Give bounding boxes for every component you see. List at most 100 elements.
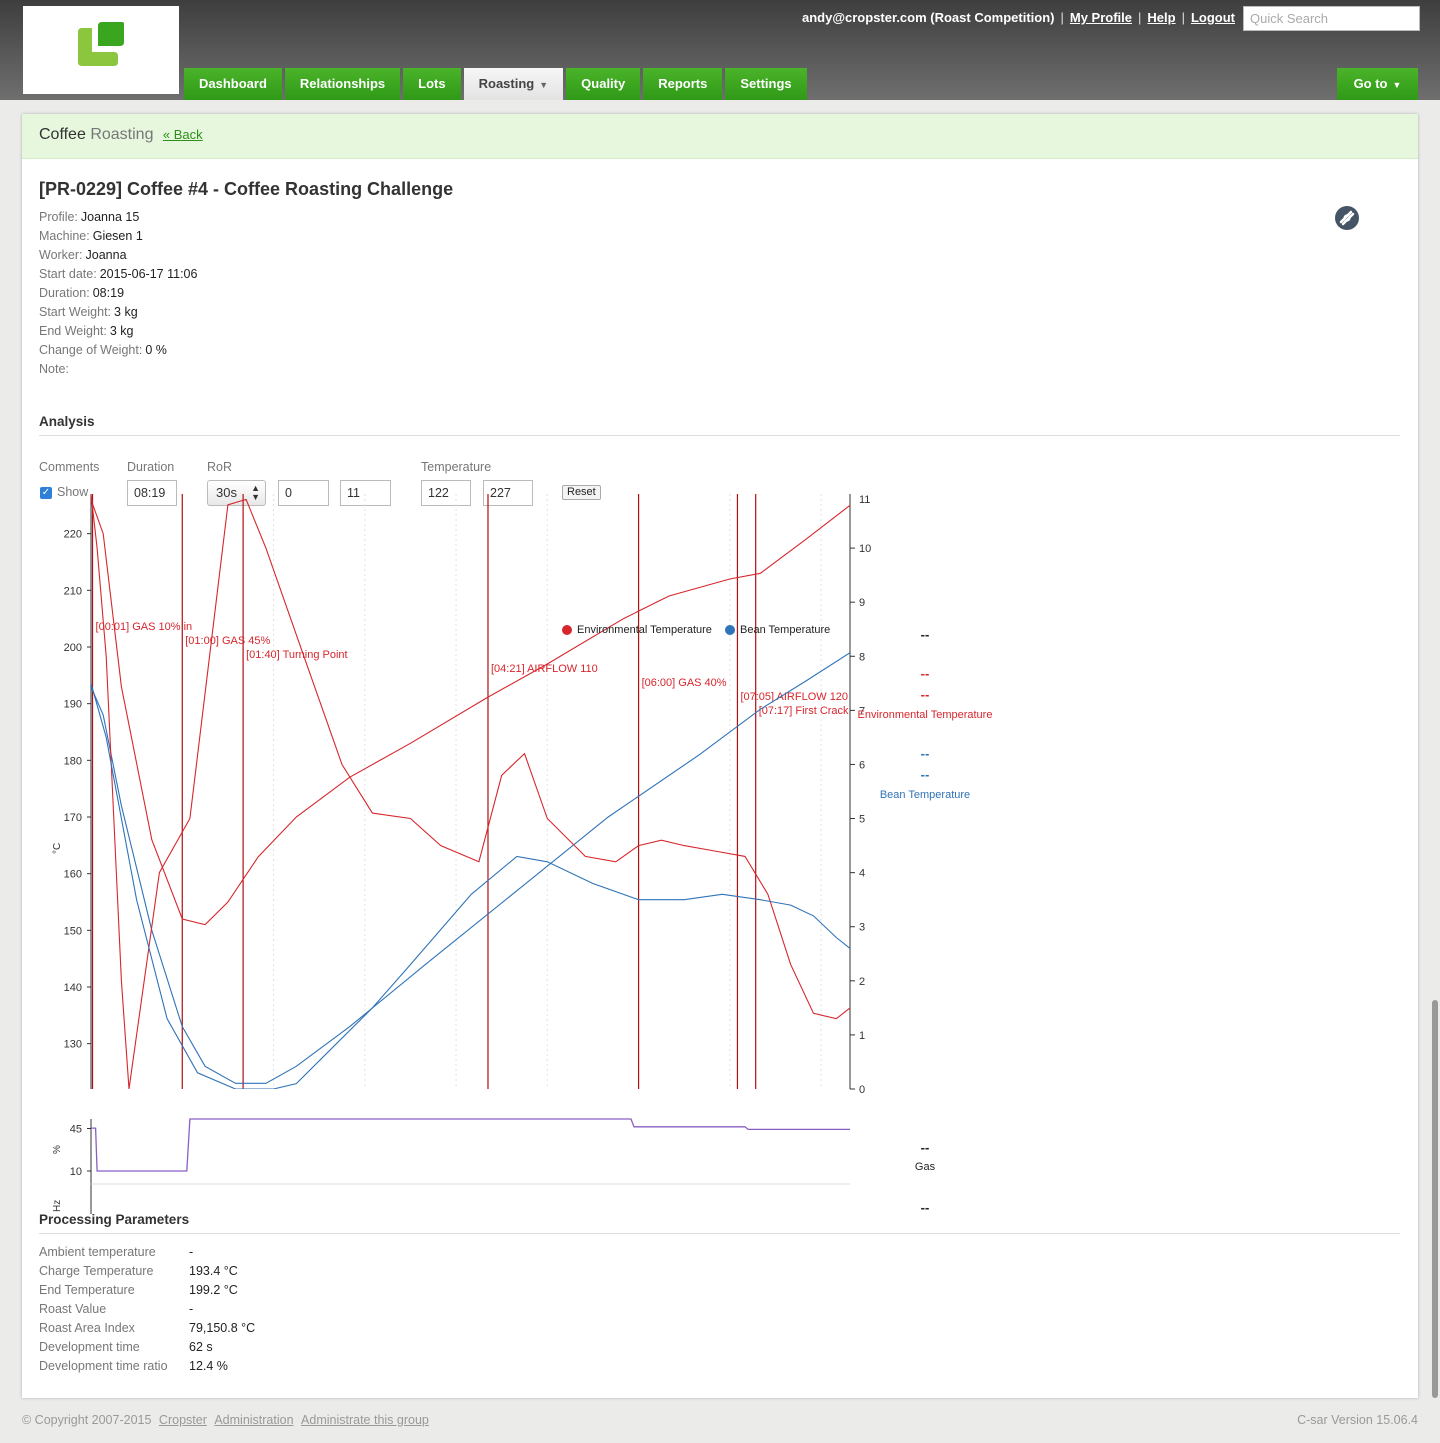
prop-value: 0 % bbox=[145, 343, 167, 357]
divider bbox=[39, 435, 1400, 436]
y2-tick-label: 3 bbox=[859, 922, 865, 934]
y-tick-label: 210 bbox=[64, 585, 82, 597]
tab-label: Settings bbox=[740, 76, 792, 91]
param-label: Development time ratio bbox=[39, 1359, 168, 1373]
go-to-label: Go to bbox=[1353, 76, 1388, 91]
duration-label: Duration bbox=[127, 460, 175, 474]
temperature-label: Temperature bbox=[421, 460, 492, 474]
prop-value: 3 kg bbox=[114, 305, 138, 319]
logout-link[interactable]: Logout bbox=[1191, 10, 1235, 25]
tab-quality[interactable]: Quality bbox=[566, 68, 641, 100]
y2-tick-label: 10 bbox=[859, 543, 871, 555]
tab-label: Dashboard bbox=[199, 76, 267, 91]
cropster-logo[interactable] bbox=[23, 6, 179, 94]
param-value: 199.2 °C bbox=[189, 1283, 238, 1297]
y-axis-label: °C bbox=[52, 843, 63, 854]
tab-relationships[interactable]: Relationships bbox=[284, 68, 401, 100]
prop-label: Start date: bbox=[39, 267, 97, 281]
param-value: 193.4 °C bbox=[189, 1264, 238, 1278]
param-row: Charge Temperature 193.4 °C bbox=[39, 1262, 255, 1281]
tab-reports[interactable]: Reports bbox=[643, 68, 723, 100]
prop-label: Profile: bbox=[39, 210, 78, 224]
tab-label: Reports bbox=[658, 76, 708, 91]
y-tick-label: 170 bbox=[64, 812, 82, 824]
legend-swatch bbox=[562, 625, 572, 635]
y-tick-label: 130 bbox=[64, 1039, 82, 1051]
breadcrumb: Coffee Roasting « Back bbox=[22, 114, 1418, 159]
y-tick-label: 200 bbox=[64, 642, 82, 654]
my-profile-link[interactable]: My Profile bbox=[1070, 10, 1132, 25]
drum-speed-axis-label: Hz bbox=[52, 1200, 63, 1212]
prop-row: Note: bbox=[39, 360, 197, 379]
series-line bbox=[91, 652, 850, 1084]
series-line bbox=[91, 494, 850, 1089]
main-nav: Dashboard Relationships Lots Roasting ▼ Q… bbox=[184, 68, 807, 100]
prop-row: Start date: 2015-06-17 11:06 bbox=[39, 265, 197, 284]
breadcrumb-main: Coffee bbox=[39, 126, 86, 143]
help-link[interactable]: Help bbox=[1147, 10, 1175, 25]
prop-label: Note: bbox=[39, 362, 69, 376]
page-title: [PR-0229] Coffee #4 - Coffee Roasting Ch… bbox=[39, 179, 454, 199]
caret-down-icon: ▼ bbox=[539, 80, 549, 90]
tab-label: Lots bbox=[418, 76, 446, 91]
prop-row: Worker: Joanna bbox=[39, 246, 197, 265]
tab-roasting[interactable]: Roasting ▼ bbox=[463, 68, 564, 100]
prop-label: End Weight: bbox=[39, 324, 107, 338]
readout-value: -- bbox=[921, 767, 930, 782]
series-line bbox=[91, 683, 850, 1089]
y2-tick-label: 2 bbox=[859, 976, 865, 988]
processing-heading: Processing Parameters bbox=[39, 1212, 190, 1227]
param-value: 79,150.8 °C bbox=[189, 1321, 256, 1335]
param-label: Roast Area Index bbox=[39, 1321, 135, 1335]
y2-tick-label: 0 bbox=[859, 1084, 865, 1096]
param-label: Ambient temperature bbox=[39, 1245, 156, 1259]
go-to-button[interactable]: Go to ▼ bbox=[1337, 68, 1418, 100]
legend-label: Environmental Temperature bbox=[577, 624, 712, 636]
user-links: andy@cropster.com (Roast Competition) | My… bbox=[802, 10, 1235, 25]
prop-row: Duration: 08:19 bbox=[39, 284, 197, 303]
tab-label: Quality bbox=[581, 76, 626, 91]
gas-tick-label: 10 bbox=[70, 1166, 82, 1178]
top-bar: andy@cropster.com (Roast Competition) | My… bbox=[0, 0, 1440, 100]
tab-lots[interactable]: Lots bbox=[403, 68, 461, 100]
y2-tick-label: 11 bbox=[859, 494, 870, 506]
y-tick-label: 190 bbox=[64, 699, 82, 711]
param-row: End Temperature 199.2 °C bbox=[39, 1281, 255, 1300]
prop-value: Joanna bbox=[85, 248, 127, 262]
series-line bbox=[91, 499, 850, 926]
page-scrollbar[interactable] bbox=[1432, 1000, 1438, 1398]
administration-link[interactable]: Administration bbox=[214, 1413, 293, 1427]
roast-chart[interactable]: 130140150160170180190200210220°C01234567… bbox=[22, 494, 1022, 1214]
param-value: 12.4 % bbox=[189, 1359, 228, 1373]
administrate-group-link[interactable]: Administrate this group bbox=[301, 1413, 429, 1427]
comment-label: [07:05] AIRFLOW 120 bbox=[740, 691, 848, 703]
prop-value: 08:19 bbox=[92, 286, 125, 300]
param-row: Roast Area Index 79,150.8 °C bbox=[39, 1319, 255, 1338]
tab-label: Relationships bbox=[299, 76, 386, 91]
cropster-link[interactable]: Cropster bbox=[159, 1413, 207, 1427]
readout-label: Bean Temperature bbox=[880, 789, 970, 801]
legend-swatch bbox=[725, 625, 735, 635]
prop-label: Duration: bbox=[39, 286, 90, 300]
quick-search-input[interactable] bbox=[1243, 6, 1420, 31]
readout-value: -- bbox=[921, 746, 930, 761]
y2-tick-label: 4 bbox=[859, 868, 865, 880]
back-link[interactable]: « Back bbox=[163, 127, 203, 142]
y2-tick-label: 9 bbox=[859, 597, 865, 609]
prop-value: 2015-06-17 11:06 bbox=[99, 267, 198, 281]
tab-settings[interactable]: Settings bbox=[725, 68, 807, 100]
gas-line bbox=[91, 1118, 850, 1172]
copyright: © Copyright 2007-2015 bbox=[22, 1413, 152, 1427]
comment-label: [01:40] Turning Point bbox=[246, 649, 348, 661]
tab-dashboard[interactable]: Dashboard bbox=[184, 68, 282, 100]
gas-tick-label: 45 bbox=[70, 1124, 82, 1136]
readout-value: -- bbox=[921, 687, 930, 702]
readout-label: Gas bbox=[915, 1161, 936, 1173]
analysis-heading: Analysis bbox=[39, 414, 95, 429]
roast-machine-icon[interactable] bbox=[1335, 206, 1359, 230]
y-tick-label: 160 bbox=[64, 869, 82, 881]
comments-label: Comments bbox=[39, 460, 100, 474]
user-account: andy@cropster.com (Roast Competition) bbox=[802, 10, 1055, 25]
comment-label: [06:00] GAS 40% bbox=[642, 677, 727, 689]
breadcrumb-sub: Roasting bbox=[90, 126, 154, 143]
